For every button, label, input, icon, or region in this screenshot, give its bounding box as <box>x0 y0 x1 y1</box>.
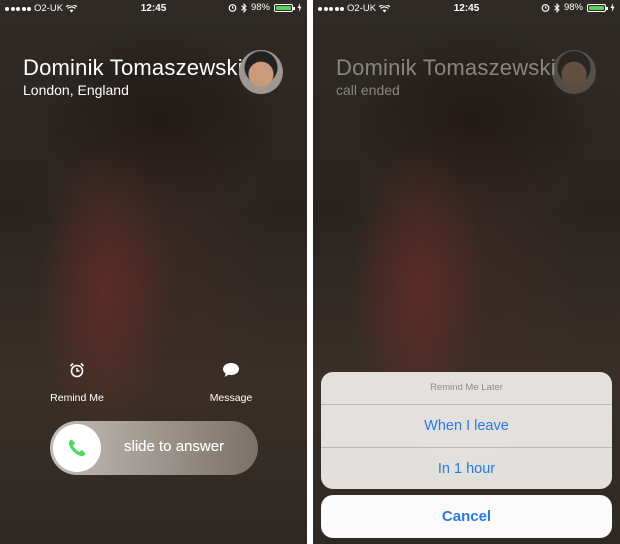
when-i-leave-option[interactable]: When I leave <box>321 405 612 448</box>
cancel-button[interactable]: Cancel <box>321 495 612 538</box>
caller-avatar <box>552 50 596 94</box>
message-button[interactable]: Message <box>191 360 271 404</box>
message-label: Message <box>209 392 253 404</box>
bluetooth-icon <box>554 2 560 13</box>
message-bubble-icon <box>223 363 239 377</box>
alarm-icon <box>228 4 237 12</box>
caller-name: Dominik Tomaszewski <box>336 55 556 80</box>
remind-later-screen: O2-UK 12:45 98% Dominik Tomaszewski call… <box>313 0 620 544</box>
remind-me-button[interactable]: Remind Me <box>37 360 117 404</box>
status-right: 98% <box>228 2 302 13</box>
in-1-hour-option[interactable]: In 1 hour <box>321 448 612 489</box>
action-sheet-title: Remind Me Later <box>321 372 612 405</box>
charging-icon <box>610 3 615 12</box>
battery-icon <box>587 3 608 12</box>
remind-later-action-sheet: Remind Me Later When I leave In 1 hour <box>321 372 612 489</box>
slide-to-answer-slider[interactable]: slide to answer <box>50 421 258 475</box>
phone-handset-icon <box>68 439 86 457</box>
remind-me-label: Remind Me <box>50 392 104 404</box>
answer-knob[interactable] <box>53 424 101 472</box>
caller-name: Dominik Tomaszewski <box>23 55 243 80</box>
incoming-call-screen: O2-UK 12:45 98% Dominik Tomaszewski Lond… <box>0 0 307 544</box>
status-bar: O2-UK 12:45 98% <box>313 0 620 18</box>
slide-to-answer-label: slide to answer <box>124 438 225 455</box>
battery-icon <box>274 3 295 12</box>
caller-avatar <box>239 50 283 94</box>
battery-percent: 98% <box>563 2 583 13</box>
alarm-clock-icon <box>69 362 85 378</box>
charging-icon <box>297 3 302 12</box>
status-bar: O2-UK 12:45 98% <box>0 0 307 18</box>
caller-location: London, England <box>23 82 129 98</box>
call-status: call ended <box>336 82 400 98</box>
status-right: 98% <box>541 2 615 13</box>
alarm-icon <box>541 4 550 12</box>
bluetooth-icon <box>241 2 247 13</box>
battery-percent: 98% <box>250 2 270 13</box>
